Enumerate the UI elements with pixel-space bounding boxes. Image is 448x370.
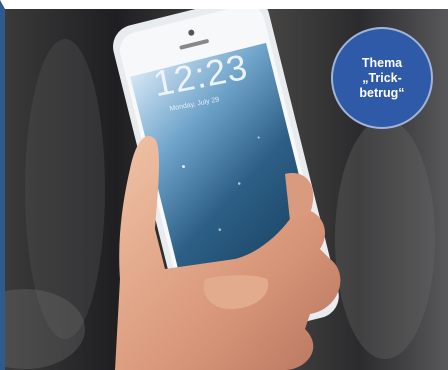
topic-badge: Thema „Trick- betrug“ (331, 27, 433, 129)
badge-line-3: betrug“ (359, 85, 405, 100)
badge-line-1: Thema (361, 55, 403, 70)
badge-line-2: „Trick- (362, 70, 402, 85)
image-frame: 12:23 Monday, July 29 Thema „Trick- betr… (0, 0, 448, 370)
